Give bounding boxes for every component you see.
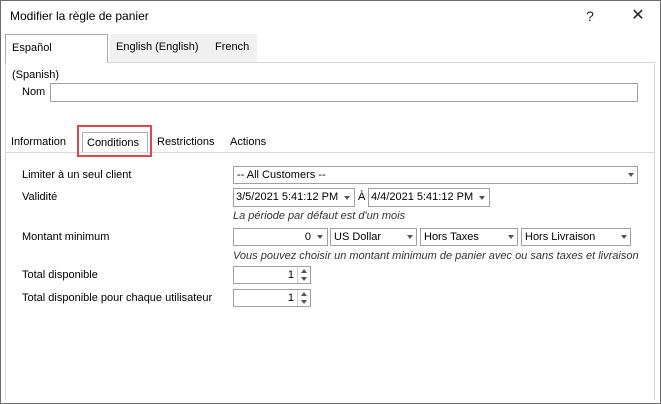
stepper-buttons[interactable] (297, 267, 310, 283)
tab-restrictions[interactable]: Restrictions (153, 132, 218, 152)
total-available-label: Total disponible (22, 269, 98, 281)
limit-client-label: Limiter à un seul client (22, 169, 132, 181)
total-available-value: 1 (287, 269, 294, 281)
help-button[interactable]: ? (575, 5, 605, 27)
chevron-down-icon (317, 235, 323, 239)
tab-english[interactable]: English (English) (110, 34, 209, 62)
customer-select-value: -- All Customers -- (237, 169, 326, 181)
name-input[interactable] (50, 83, 638, 102)
tab-spanish[interactable]: Español (Spanish) (5, 34, 108, 81)
shipping-value: Hors Livraison (525, 231, 596, 243)
min-amount-value: 0 (304, 231, 311, 243)
tax-value: Hors Taxes (424, 231, 479, 243)
currency-value: US Dollar (334, 231, 382, 243)
validity-to-picker[interactable]: 4/4/2021 5:41:12 PM (368, 188, 490, 207)
chevron-up-icon[interactable] (301, 292, 307, 296)
tab-information[interactable]: Information (7, 132, 70, 152)
tab-french[interactable]: French (209, 34, 257, 62)
validity-to-value: 4/4/2021 5:41:12 PM (371, 191, 474, 203)
title-bar: Modifier la règle de panier ? ✕ (1, 1, 660, 31)
validity-label: Validité (22, 191, 58, 203)
per-user-stepper[interactable]: 1 (233, 289, 311, 307)
chevron-down-icon (407, 235, 413, 239)
tax-select[interactable]: Hors Taxes (420, 228, 518, 246)
dialog-title: Modifier la règle de panier (10, 9, 149, 23)
customer-select[interactable]: -- All Customers -- (233, 166, 638, 184)
chevron-down-icon (479, 196, 485, 200)
validity-from-value: 3/5/2021 5:41:12 PM (236, 191, 339, 203)
per-user-value: 1 (287, 292, 294, 304)
validity-hint: La période par défaut est d'un mois (233, 210, 406, 222)
per-user-label: Total disponible pour chaque utilisateur (22, 292, 213, 304)
highlight-box (77, 125, 152, 157)
min-amount-hint: Vous pouvez choisir un montant minimum d… (233, 250, 639, 262)
min-amount-label: Montant minimum (22, 231, 110, 243)
chevron-down-icon[interactable] (301, 300, 307, 304)
currency-select[interactable]: US Dollar (330, 228, 417, 246)
total-available-stepper[interactable]: 1 (233, 266, 311, 284)
close-button[interactable]: ✕ (623, 5, 653, 27)
chevron-down-icon[interactable] (301, 277, 307, 281)
min-amount-input[interactable]: 0 (233, 228, 328, 246)
validity-from-picker[interactable]: 3/5/2021 5:41:12 PM (233, 188, 355, 207)
tab-actions[interactable]: Actions (226, 132, 270, 152)
shipping-select[interactable]: Hors Livraison (521, 228, 631, 246)
chevron-up-icon[interactable] (301, 269, 307, 273)
stepper-buttons[interactable] (297, 290, 310, 306)
chevron-down-icon (344, 196, 350, 200)
validity-to-label: À (358, 191, 366, 203)
chevron-down-icon (508, 235, 514, 239)
chevron-down-icon (628, 173, 634, 177)
chevron-down-icon (621, 235, 627, 239)
